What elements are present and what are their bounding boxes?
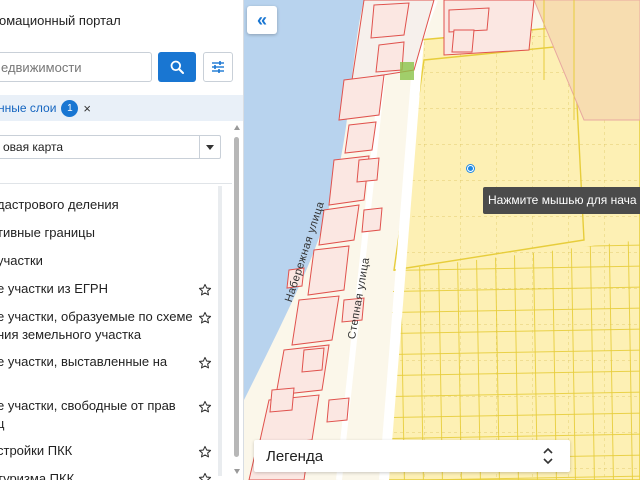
basemap-select[interactable]: овая карта (0, 135, 221, 159)
layer-item[interactable]: дастрового деления (0, 196, 217, 214)
layer-item-label: участки (0, 253, 43, 268)
star-icon[interactable] (198, 472, 212, 480)
clear-layers-button[interactable]: × (83, 101, 91, 116)
collapse-panel-button[interactable]: « (247, 6, 277, 34)
divider (0, 183, 232, 184)
location-marker[interactable] (467, 165, 474, 172)
map-tooltip: Нажмите мышью для нача (483, 187, 640, 214)
scrollbar-thumb[interactable] (234, 137, 239, 457)
star-icon[interactable] (198, 356, 212, 370)
layer-item[interactable]: участки (0, 252, 217, 270)
layer-item-label: тивные границы (0, 225, 95, 240)
portal-title: омационный портал (0, 13, 121, 28)
selected-layers-bar: нные слои 1 × (0, 95, 243, 121)
search-button[interactable] (158, 52, 196, 82)
layer-item-label: е участки, выставленные на (0, 354, 168, 369)
layer-item-label: е участки, свободные от прав ц (0, 398, 176, 431)
search-icon (170, 60, 184, 74)
scroll-up-arrow-icon[interactable] (234, 125, 240, 130)
star-icon[interactable] (198, 400, 212, 414)
layer-list-scrollbar[interactable] (218, 186, 222, 476)
legend-label: Легенда (266, 447, 324, 465)
search-input[interactable] (0, 52, 152, 82)
layer-item[interactable]: е участки, выставленные на (0, 353, 217, 371)
selected-layers-label[interactable]: нные слои (0, 101, 56, 115)
star-icon[interactable] (198, 445, 212, 459)
layer-item-label: е участки из ЕГРН (0, 281, 108, 296)
panel-scrollbar[interactable] (233, 125, 241, 478)
layer-item-label: е участки, образуемые по схеме ния земел… (0, 309, 193, 342)
legend-panel[interactable]: Легенда (254, 440, 570, 472)
star-icon[interactable] (198, 311, 212, 325)
expand-collapse-icon[interactable] (542, 447, 554, 465)
layer-item[interactable]: стройки ПКК (0, 442, 217, 460)
layer-item[interactable]: туризма ПКК (0, 470, 217, 480)
star-icon[interactable] (198, 283, 212, 297)
layer-item-label: стройки ПКК (0, 443, 73, 458)
double-chevron-left-icon: « (256, 9, 267, 30)
caret-down-icon (206, 144, 214, 150)
layer-item-label: дастрового деления (0, 197, 119, 212)
basemap-select-value: овая карта (3, 140, 64, 154)
scroll-down-arrow-icon[interactable] (234, 469, 240, 474)
layer-item-label: туризма ПКК (0, 471, 75, 480)
selected-layers-count-badge: 1 (61, 99, 79, 117)
basemap-dropdown-button[interactable] (199, 136, 220, 158)
layer-item[interactable]: е участки, свободные от прав ц (0, 397, 217, 433)
layer-item[interactable]: тивные границы (0, 224, 217, 242)
layer-item[interactable]: е участки, образуемые по схеме ния земел… (0, 308, 217, 344)
sliders-icon (212, 61, 224, 73)
filter-button[interactable] (203, 52, 233, 82)
sidebar-panel: омационный портал нные слои 1 × овая кар… (0, 0, 244, 480)
layer-item[interactable]: е участки из ЕГРН (0, 280, 217, 298)
